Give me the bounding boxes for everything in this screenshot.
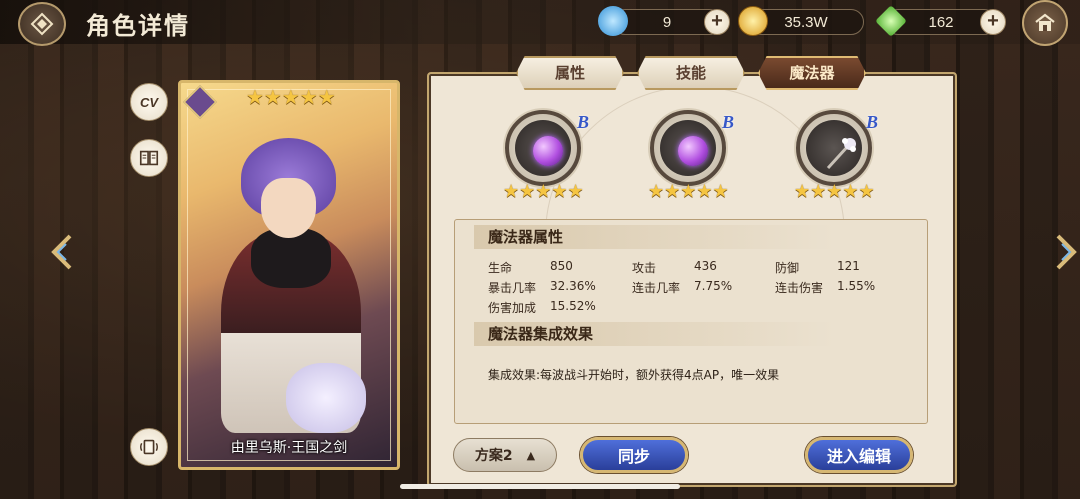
stat-label: 防御 [775,261,800,275]
purple-gem-ring-icon [533,136,563,166]
purple-gem-ring-icon [678,136,708,166]
tab-attributes[interactable]: 属性 [516,56,624,90]
stat-label: 生命 [488,261,513,275]
sync-label: 同步 [617,447,650,466]
voice-cv-button[interactable]: CV [130,83,168,121]
home-icon [1035,13,1055,31]
set-effect-text: 集成效果:每波战斗开始时，额外获得4点AP，唯一效果 [488,368,780,382]
add-crystal-button[interactable]: + [704,9,730,35]
plan-selector[interactable]: 方案2 ▲ [453,438,557,472]
home-indicator-bar[interactable] [400,484,680,489]
gold-coin-icon [738,6,768,36]
edit-label: 进入编辑 [826,447,891,466]
set-effect-section-title: 魔法器集成效果 [474,322,834,346]
tab-skills[interactable]: 技能 [637,56,745,90]
flip-card-button[interactable] [130,428,168,466]
card-frame [187,89,391,461]
enter-edit-button[interactable]: 进入编辑 [805,437,913,473]
artifact-grade-3: B [866,112,879,132]
gem-value: 162 [928,13,954,31]
cv-icon: CV [139,94,159,110]
artifact-slot-bg [515,120,571,176]
stat-value: 32.36% [550,279,596,293]
stat-label: 攻击 [632,261,657,275]
artifact-slot-bg [660,120,716,176]
artifact-stars-3: ★★★★★ [794,181,875,202]
caret-up-icon: ▲ [526,448,536,462]
back-diamond-icon [30,12,54,36]
stat-value: 121 [837,259,860,273]
next-character-arrow-icon[interactable] [1050,232,1080,272]
plan-label: 方案2 [474,448,513,464]
artifact-slot-2[interactable] [650,110,726,186]
artifact-slot-1[interactable] [505,110,581,186]
stat-label: 连击几率 [632,281,681,295]
crystal-value: 9 [662,13,672,31]
artifact-grade-2: B [722,112,735,132]
sync-button[interactable]: 同步 [580,437,688,473]
home-button[interactable] [1022,0,1068,46]
back-button[interactable] [18,2,66,46]
page-title: 角色详情 [86,12,190,40]
gold-value: 35.3W [784,13,828,31]
character-name: 由里乌斯·王国之剑 [230,440,348,456]
artifact-stars-1: ★★★★★ [503,181,584,202]
stat-value: 850 [550,259,573,273]
attributes-section-title: 魔法器属性 [474,225,834,249]
stat-label: 伤害加成 [488,301,537,315]
crystal-icon [598,6,628,36]
artifact-grade-1: B [577,112,590,132]
tab-artifacts[interactable]: 魔法器 [758,56,866,90]
artifact-stars-2: ★★★★★ [648,181,729,202]
stat-value: 7.75% [694,279,733,293]
stat-label: 暴击几率 [488,281,537,295]
rotate-card-icon [140,439,158,455]
artifact-slot-3[interactable] [796,110,872,186]
stat-value: 436 [694,259,717,273]
previous-character-arrow-icon[interactable] [48,232,78,272]
character-card: ★★★★★ 由里乌斯·王国之剑 [178,80,400,470]
artifact-slot-bg [806,120,862,176]
stat-value: 15.52% [550,299,596,313]
stat-label: 连击伤害 [775,281,824,295]
profile-book-button[interactable] [130,139,168,177]
add-gem-button[interactable]: + [980,9,1006,35]
book-icon [139,150,159,166]
crystal-staff-icon [826,138,856,170]
stat-value: 1.55% [837,279,876,293]
card-stars: ★★★★★ [246,85,336,109]
